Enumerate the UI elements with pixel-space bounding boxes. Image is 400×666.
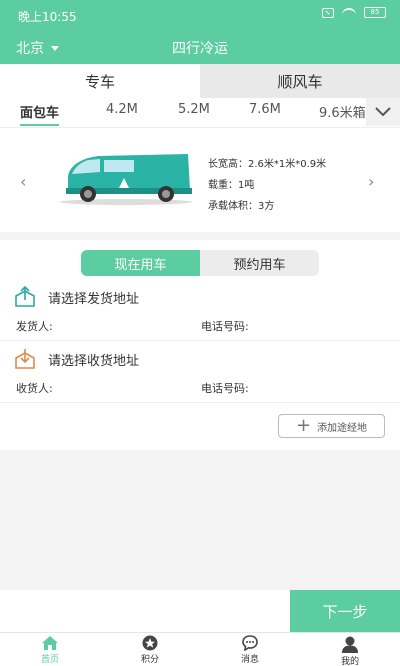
divider	[0, 340, 400, 341]
bottom-nav-points[interactable]: 积分	[120, 635, 180, 665]
tab-ride-share[interactable]: 顺风车	[200, 64, 400, 98]
bottom-nav-messages-label: 消息	[240, 655, 259, 665]
home-icon	[42, 636, 58, 650]
sender-info-row: 发货人: 电话号码:	[0, 316, 400, 336]
vehicle-tabs-expand[interactable]	[366, 98, 400, 126]
bottom-nav-points-label: 积分	[140, 655, 159, 665]
sender-address-prompt: 请选择发货地址	[48, 291, 140, 307]
battery-icon: 85	[364, 7, 386, 18]
receiver-address-selector[interactable]: 请选择收货地址	[14, 348, 139, 370]
mode-scheduled-button[interactable]: 预约用车	[200, 250, 319, 276]
booking-mode-toggle: 现在用车 预约用车	[81, 250, 319, 276]
vehicle-tab-9-6m[interactable]: 9.6米箱	[319, 102, 366, 121]
service-tabs: 专车 顺风车	[0, 64, 400, 98]
vehicle-dimensions: 长宽高：2.6米*1米*0.9米	[208, 159, 327, 170]
mode-now-button[interactable]: 现在用车	[81, 250, 200, 276]
chevron-down-icon	[375, 107, 391, 117]
next-bar-background	[0, 590, 290, 632]
status-icons: 85	[322, 7, 386, 18]
status-time: 晚上10:55	[18, 10, 77, 24]
vehicle-tab-4-2m[interactable]: 4.2M	[106, 102, 138, 117]
plus-icon: +	[295, 415, 312, 436]
add-waypoint-button[interactable]: + 添加途经地	[278, 414, 385, 438]
wifi-icon	[342, 7, 356, 18]
sender-name-label[interactable]: 发货人:	[16, 318, 53, 334]
bottom-nav-messages[interactable]: 消息	[220, 635, 280, 665]
vehicle-card: ‹ 长宽高：2.6米*1米*0.9米 载重：1吨 承载体积：3方 ›	[0, 128, 400, 232]
receiver-address-prompt: 请选择收货地址	[48, 353, 140, 369]
send-box-icon	[15, 286, 35, 307]
receiver-phone-label[interactable]: 电话号码:	[201, 380, 249, 396]
sender-address-selector[interactable]: 请选择发货地址	[14, 286, 139, 308]
bottom-nav-profile-label: 我的	[340, 657, 359, 666]
star-icon	[142, 635, 158, 651]
vehicle-load: 载重：1吨	[208, 180, 255, 191]
receiver-name-label[interactable]: 收货人:	[16, 380, 53, 396]
divider	[0, 402, 400, 403]
vehicle-type-tabs: 面包车 4.2M 5.2M 7.6M 9.6米箱	[0, 98, 400, 128]
order-section: 现在用车 预约用车 请选择发货地址 发货人: 电话号码: 请选择收货地址 收货人…	[0, 240, 400, 450]
page-title: 四行冷运	[172, 41, 228, 57]
vehicle-tab-van[interactable]: 面包车	[20, 102, 60, 126]
vehicle-tab-7-6m[interactable]: 7.6M	[249, 102, 281, 117]
bottom-nav-home[interactable]: 首页	[20, 635, 80, 665]
vehicle-tab-5-2m[interactable]: 5.2M	[178, 102, 210, 117]
tab-special-car[interactable]: 专车	[0, 64, 200, 98]
chevron-right-icon[interactable]: ›	[368, 172, 374, 191]
status-bar: 晚上10:55 85	[0, 0, 400, 30]
sender-phone-label[interactable]: 电话号码:	[201, 318, 249, 334]
next-step-button[interactable]: 下一步	[290, 590, 400, 632]
vehicle-volume: 承载体积：3方	[208, 201, 275, 212]
add-waypoint-label: 添加途经地	[317, 422, 368, 434]
receive-box-icon	[15, 349, 35, 369]
vehicle-specs: 长宽高：2.6米*1米*0.9米 载重：1吨 承载体积：3方	[208, 154, 326, 217]
nav-bar: 北京 四行冷运	[0, 30, 400, 64]
van-image	[60, 154, 192, 205]
bottom-nav-profile[interactable]: 我的	[320, 635, 380, 666]
notification-icon	[322, 7, 334, 18]
message-icon	[242, 635, 258, 651]
chevron-left-icon[interactable]: ‹	[20, 172, 26, 191]
receiver-info-row: 收货人: 电话号码:	[0, 378, 400, 398]
bottom-nav: 首页 积分 消息 我的	[0, 632, 400, 666]
user-icon	[342, 636, 358, 653]
bottom-nav-home-label: 首页	[40, 655, 59, 665]
